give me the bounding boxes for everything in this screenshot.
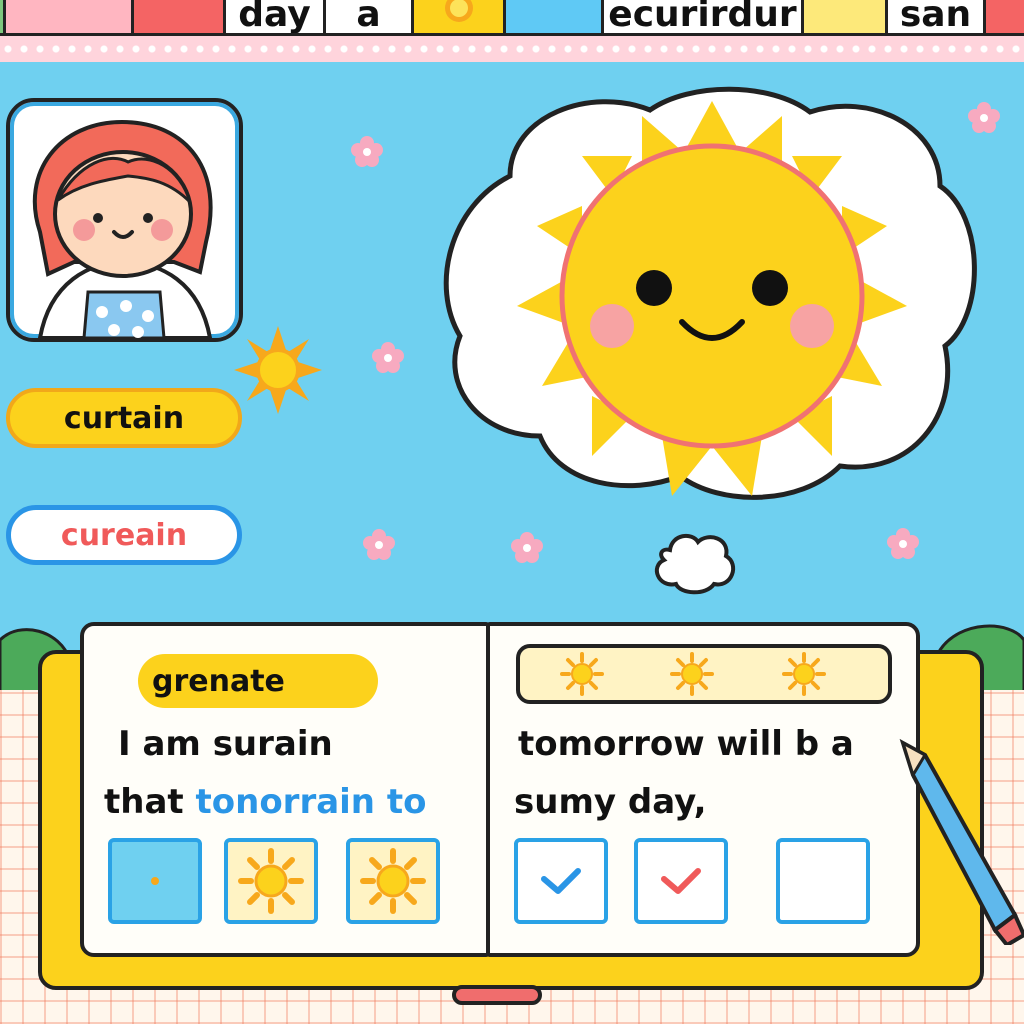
thought-bubble: [440, 86, 985, 506]
avatar[interactable]: [6, 98, 243, 342]
sun-icon: [360, 848, 426, 914]
checkbox-2[interactable]: [634, 838, 728, 924]
choice-cureain-label: cureain: [60, 517, 188, 553]
sentence-left-line-1: I am surain: [118, 724, 333, 764]
checkbox-1[interactable]: [514, 838, 608, 924]
sun-icon: [560, 652, 604, 696]
sun-rating-strip: [516, 644, 892, 704]
sun-icon: [670, 652, 714, 696]
choice-cureain-button[interactable]: cureain: [6, 505, 242, 565]
highlighted-word[interactable]: tonorrain to: [196, 782, 427, 822]
bookmark-ribbon: [452, 985, 542, 1005]
check-icon: [661, 868, 701, 894]
choice-curtain-button[interactable]: curtain: [6, 388, 242, 448]
sun-icon: [782, 652, 826, 696]
sentence-left-line-2: that tonorrain to: [104, 782, 427, 822]
answer-box-sun[interactable]: [346, 838, 440, 924]
choice-curtain-label: curtain: [63, 400, 185, 436]
answer-box-blank[interactable]: [108, 838, 202, 924]
sun-icon: [238, 848, 304, 914]
check-icon: [541, 868, 581, 894]
checkbox-3[interactable]: [776, 838, 870, 924]
pencil-icon[interactable]: [895, 735, 1024, 945]
answer-box-sun[interactable]: [224, 838, 318, 924]
small-sun-icon: [234, 326, 322, 414]
sentence-right-line-1: tomorrow will b a: [518, 724, 854, 764]
thought-puff: [654, 533, 736, 595]
sentence-right-line-2: sumy day,: [514, 782, 707, 822]
vocab-tag[interactable]: grenate: [138, 654, 378, 708]
girl-avatar-icon: [32, 119, 213, 338]
dot-icon: [151, 877, 159, 885]
